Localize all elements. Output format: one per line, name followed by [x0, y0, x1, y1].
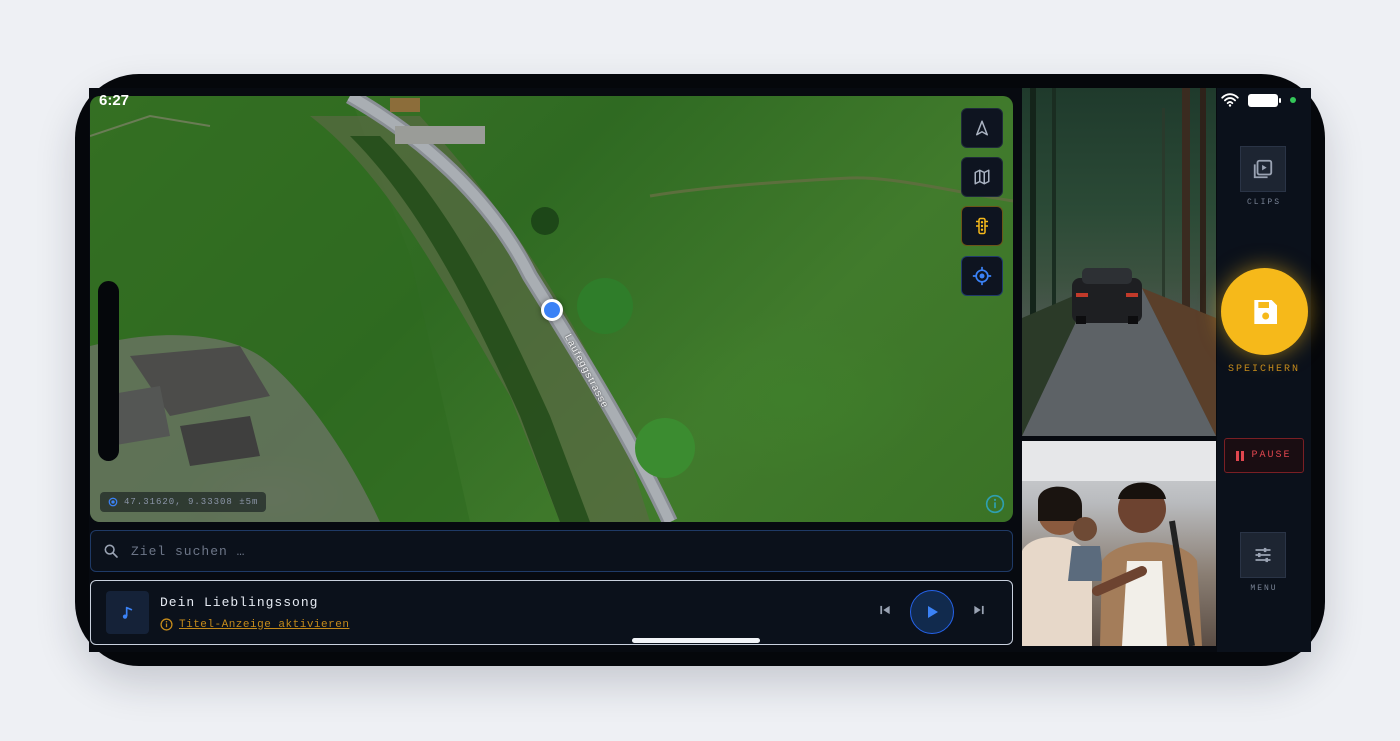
music-player: Dein Lieblingssong Titel-Anzeige aktivie…	[90, 580, 1013, 645]
pause-icon	[1236, 450, 1245, 461]
pause-label: PAUSE	[1251, 450, 1292, 461]
enable-title-display-link[interactable]: Titel-Anzeige aktivieren	[179, 619, 349, 631]
menu-button[interactable]	[1240, 532, 1286, 578]
song-title: Dein Lieblingssong	[160, 595, 319, 610]
menu-label: MENU	[1250, 584, 1278, 593]
status-time: 6:27	[99, 92, 130, 109]
music-note-icon	[122, 606, 132, 619]
map-info-button[interactable]	[985, 494, 1005, 519]
skip-previous-icon	[880, 605, 890, 615]
search-icon	[104, 544, 118, 558]
status-icons	[1220, 93, 1296, 107]
clips-label: CLIPS	[1246, 198, 1281, 207]
info-icon	[985, 494, 1005, 514]
skip-next-icon	[974, 605, 984, 615]
navigate-button[interactable]	[961, 108, 1003, 148]
save-label: SPEICHERN	[1227, 364, 1300, 375]
rear-camera-feed[interactable]	[1022, 88, 1216, 436]
play-button[interactable]	[910, 590, 954, 634]
location-pin-icon	[108, 497, 118, 507]
interior-camera-feed[interactable]	[1022, 441, 1216, 646]
next-track-button[interactable]	[972, 603, 986, 622]
map-layers-icon	[974, 169, 990, 185]
map-layers-button[interactable]	[961, 157, 1003, 197]
sliders-icon	[1255, 547, 1271, 563]
play-icon	[928, 606, 938, 618]
navigate-arrow-icon	[976, 120, 988, 136]
song-hint: Titel-Anzeige aktivieren	[160, 618, 349, 631]
album-art	[106, 591, 149, 634]
clips-button[interactable]	[1240, 146, 1286, 192]
info-icon	[160, 618, 173, 631]
wifi-icon	[1221, 93, 1239, 107]
previous-track-button[interactable]	[878, 603, 892, 622]
home-indicator	[632, 638, 760, 643]
my-location-icon	[972, 266, 992, 286]
battery-icon	[1248, 93, 1281, 107]
current-position-marker	[541, 299, 563, 321]
recording-indicator-dot	[1290, 97, 1296, 103]
destination-search[interactable]	[90, 530, 1013, 572]
coordinates-text: 47.31620, 9.33308 ±5m	[124, 497, 259, 507]
traffic-button[interactable]	[961, 206, 1003, 246]
my-location-button[interactable]	[961, 256, 1003, 296]
save-floppy-icon	[1253, 299, 1277, 324]
video-clips-icon	[1253, 159, 1273, 179]
map-scroll-handle[interactable]	[98, 281, 119, 461]
pause-button[interactable]: PAUSE	[1224, 438, 1304, 473]
save-button[interactable]	[1221, 268, 1308, 355]
coordinates-readout: 47.31620, 9.33308 ±5m	[100, 492, 267, 512]
traffic-light-icon	[976, 217, 988, 235]
search-input[interactable]	[129, 542, 933, 560]
